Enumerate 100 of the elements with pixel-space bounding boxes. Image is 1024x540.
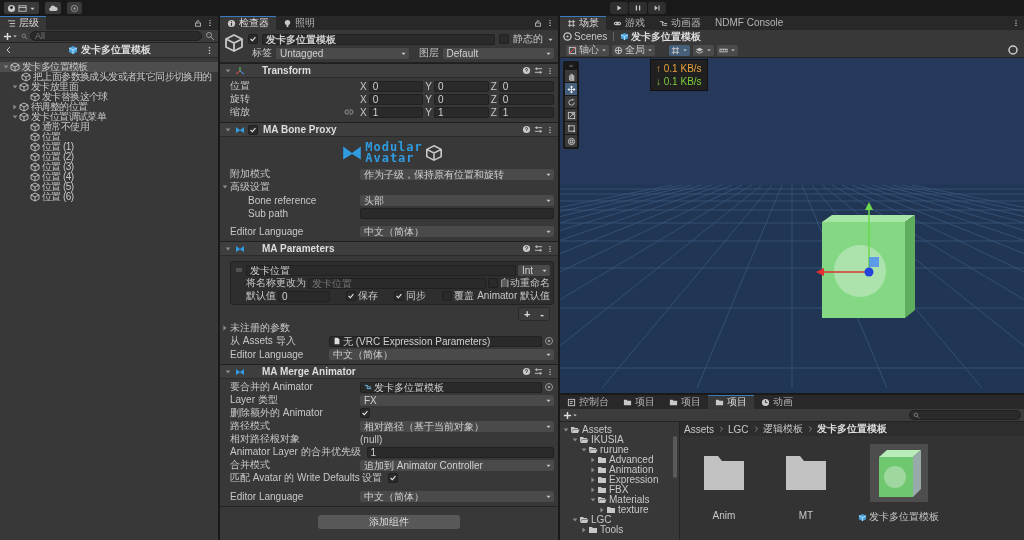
link-icon[interactable]: [344, 107, 354, 117]
folder-item[interactable]: Tools: [560, 525, 679, 535]
hierarchy-item[interactable]: 发卡放里面: [0, 82, 218, 92]
breadcrumb-item[interactable]: Scenes: [563, 31, 608, 42]
checkbox[interactable]: [248, 34, 258, 44]
presets-icon[interactable]: [534, 66, 543, 75]
tool-button[interactable]: [565, 83, 577, 95]
expand-arrow-icon[interactable]: [224, 125, 232, 134]
expand-arrow-icon[interactable]: [224, 244, 232, 253]
dropdown[interactable]: FX: [360, 394, 554, 406]
folder-item[interactable]: Assets: [560, 425, 679, 435]
panel-tab[interactable]: 项目: [662, 395, 708, 409]
more-icon[interactable]: [546, 19, 554, 27]
type-dropdown[interactable]: Int: [518, 264, 550, 276]
hierarchy-item[interactable]: 把上面参数换成头发或者其它同步切换用的: [0, 72, 218, 82]
pause-button[interactable]: [629, 2, 647, 14]
foldout[interactable]: 未注册的参数: [221, 321, 290, 335]
checkbox[interactable]: [394, 291, 405, 301]
tool-button[interactable]: [565, 122, 577, 134]
help-icon[interactable]: [522, 244, 531, 253]
tool-button[interactable]: [565, 109, 577, 121]
add-component-button[interactable]: 添加组件: [318, 515, 460, 529]
presets-icon[interactable]: [534, 367, 543, 376]
dropdown[interactable]: 作为子级，保持原有位置和旋转: [360, 168, 554, 180]
name-field[interactable]: 发卡多位置模板: [262, 33, 495, 45]
hierarchy-item[interactable]: 发卡位置调试菜单: [0, 112, 218, 122]
breadcrumb-item[interactable]: 发卡多位置模板: [620, 29, 702, 44]
add-button[interactable]: [563, 410, 578, 420]
add-button[interactable]: +: [518, 308, 536, 320]
hierarchy-item[interactable]: 通常不使用: [0, 122, 218, 132]
help-icon[interactable]: [522, 125, 531, 134]
hierarchy-item[interactable]: 位置 (5): [0, 182, 218, 192]
folder-item[interactable]: Advanced: [560, 455, 679, 465]
hierarchy-item[interactable]: 位置 (3): [0, 162, 218, 172]
input-field[interactable]: 1: [366, 446, 554, 458]
expand-arrow-icon[interactable]: [2, 63, 10, 71]
toolbar-dropdown[interactable]: [717, 44, 738, 56]
breadcrumb-item[interactable]: LGC: [728, 423, 749, 435]
folder-item[interactable]: Materials: [560, 495, 679, 505]
number-field[interactable]: 0: [368, 80, 424, 92]
toolbar-dropdown[interactable]: [669, 44, 690, 56]
drag-handle-icon[interactable]: [234, 265, 244, 275]
more-icon[interactable]: [546, 244, 554, 253]
hierarchy-item[interactable]: 位置 (1): [0, 142, 218, 152]
number-field[interactable]: 1: [434, 106, 489, 118]
panel-tab[interactable]: 项目: [616, 395, 662, 409]
breadcrumb-item[interactable]: 发卡多位置模板: [816, 422, 887, 436]
number-field[interactable]: 0: [434, 93, 489, 105]
tool-button[interactable]: [565, 96, 577, 108]
lock-icon[interactable]: [534, 19, 542, 27]
dropdown[interactable]: 中文（简体）: [360, 490, 554, 502]
panel-tab[interactable]: 场景: [560, 16, 606, 30]
asset-item[interactable]: Anim: [694, 444, 754, 521]
panel-tab[interactable]: 游戏: [606, 16, 652, 30]
expand-arrow-icon[interactable]: [589, 486, 597, 494]
lock-icon[interactable]: [194, 19, 202, 27]
folder-item[interactable]: rurune: [560, 445, 679, 455]
checkbox[interactable]: [499, 34, 509, 44]
checkbox[interactable]: [346, 291, 357, 301]
folder-item[interactable]: IKUSIA: [560, 435, 679, 445]
expand-arrow-icon[interactable]: [571, 516, 579, 524]
object-field[interactable]: 发卡多位置模板: [360, 381, 542, 393]
number-field[interactable]: 0: [434, 80, 489, 92]
more-icon[interactable]: [206, 19, 214, 27]
tool-button[interactable]: [565, 135, 577, 147]
checkbox[interactable]: [360, 408, 370, 418]
more-icon[interactable]: [546, 66, 554, 75]
folder-item[interactable]: FBX: [560, 485, 679, 495]
panel-tab[interactable]: 动画: [754, 395, 800, 409]
hierarchy-item[interactable]: 发卡替换这个球: [0, 92, 218, 102]
breadcrumb-item[interactable]: Assets: [684, 423, 714, 435]
dropdown[interactable]: 追加到 Animator Controller: [360, 459, 554, 471]
number-field[interactable]: 0: [498, 93, 554, 105]
folder-item[interactable]: Expression: [560, 475, 679, 485]
hierarchy-item[interactable]: 位置 (4): [0, 172, 218, 182]
tag-dropdown[interactable]: Untagged: [276, 47, 409, 59]
panel-tab[interactable]: NDMF Console: [708, 16, 791, 30]
expand-arrow-icon[interactable]: [589, 466, 597, 474]
more-icon[interactable]: [546, 367, 554, 376]
add-button[interactable]: [3, 31, 18, 41]
expand-arrow-icon[interactable]: [11, 113, 19, 121]
help-icon[interactable]: [522, 66, 531, 75]
expand-arrow-icon[interactable]: [598, 506, 606, 514]
target-icon[interactable]: [544, 336, 554, 346]
folder-item[interactable]: Animation: [560, 465, 679, 475]
panel-tab[interactable]: 层级: [0, 16, 46, 30]
checkbox[interactable]: [248, 124, 258, 135]
expand-arrow-icon[interactable]: [580, 446, 588, 454]
tool-button[interactable]: [565, 70, 577, 82]
number-field[interactable]: 0: [368, 93, 424, 105]
panel-tab[interactable]: 项目: [708, 395, 754, 409]
asset-item[interactable]: MT: [776, 444, 836, 521]
checkbox[interactable]: [388, 473, 399, 483]
remove-button[interactable]: -: [535, 308, 549, 320]
expand-arrow-icon[interactable]: [589, 476, 597, 484]
hierarchy-item[interactable]: 发卡多位置模板: [0, 62, 218, 72]
toolbar-dropdown[interactable]: 全局: [612, 44, 655, 56]
expand-arrow-icon[interactable]: [224, 367, 232, 376]
presets-icon[interactable]: [534, 244, 543, 253]
scene-search-icon[interactable]: [205, 31, 215, 41]
